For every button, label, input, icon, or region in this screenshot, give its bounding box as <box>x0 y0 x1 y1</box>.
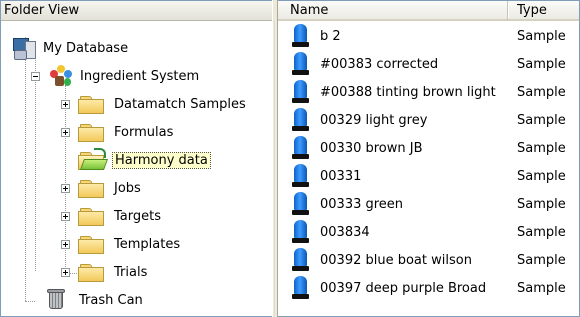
collapse-toggle-icon[interactable] <box>31 71 40 81</box>
folder-icon <box>78 206 106 226</box>
tree-item-datamatch-samples[interactable]: Datamatch Samples <box>61 92 248 116</box>
list-item[interactable]: 00330 brown JB Sample <box>278 134 579 162</box>
list-item[interactable]: 00392 blue boat wilson Sample <box>278 246 579 274</box>
tree-item-jobs[interactable]: Jobs <box>61 176 143 200</box>
list-item-type: Sample <box>517 252 566 268</box>
list-item[interactable]: 00331 Sample <box>278 162 579 190</box>
sample-bottle-icon <box>291 192 311 216</box>
folder-icon <box>78 94 106 114</box>
list-item-name: 00392 blue boat wilson <box>320 252 472 268</box>
expand-toggle-icon[interactable] <box>61 267 70 277</box>
list-item[interactable]: #00383 corrected Sample <box>278 50 579 78</box>
sample-bottle-icon <box>291 276 311 300</box>
open-folder-icon <box>78 148 109 170</box>
expand-toggle-icon[interactable] <box>61 183 70 193</box>
list-item-name: #00388 tinting brown light <box>320 84 496 100</box>
list-item[interactable]: 003834 Sample <box>278 218 579 246</box>
expand-toggle-icon[interactable] <box>61 127 70 137</box>
list-header: Name Type <box>278 1 579 21</box>
sample-bottle-icon <box>291 108 311 132</box>
list-item-name: 00329 light grey <box>320 112 428 128</box>
list-item-type: Sample <box>517 112 566 128</box>
expand-toggle-icon[interactable] <box>61 99 70 109</box>
column-header-type[interactable]: Type <box>509 1 579 21</box>
tree-line <box>25 37 27 301</box>
trash-can-icon <box>43 288 69 312</box>
list-item-name: b 2 <box>320 28 341 44</box>
tree-item-label: My Database <box>43 40 129 56</box>
tree-line <box>25 301 35 303</box>
list-item-name: 00331 <box>320 168 362 184</box>
list-item[interactable]: #00388 tinting brown light Sample <box>278 78 579 106</box>
list-item-type: Sample <box>517 280 566 296</box>
sample-bottle-icon <box>291 248 311 272</box>
list-item-name: 00397 deep purple Broad <box>320 280 487 296</box>
list-item-type: Sample <box>517 168 566 184</box>
list-item-name: 00333 green <box>320 196 404 212</box>
tree-item-label: Harmony data <box>112 151 211 169</box>
tree-line <box>35 57 37 271</box>
tree-item-my-database[interactable]: My Database <box>13 36 130 60</box>
tree-item-templates[interactable]: Templates <box>61 232 182 256</box>
sample-bottle-icon <box>291 164 311 188</box>
list-item-name: #00383 corrected <box>320 56 439 72</box>
sample-bottle-icon <box>291 220 311 244</box>
expand-toggle-icon[interactable] <box>61 239 70 249</box>
list-item[interactable]: 00397 deep purple Broad Sample <box>278 274 579 302</box>
tree-item-targets[interactable]: Targets <box>61 204 163 228</box>
database-computer-icon <box>13 37 37 60</box>
folder-icon <box>78 234 106 254</box>
sample-bottle-icon <box>291 80 311 104</box>
tree-item-formulas[interactable]: Formulas <box>61 120 175 144</box>
tree-item-trash-can[interactable]: Trash Can <box>43 288 145 312</box>
tree-item-ingredient-system[interactable]: Ingredient System <box>31 64 201 88</box>
list-item-type: Sample <box>517 140 566 156</box>
tree-item-label: Templates <box>114 236 181 252</box>
expand-toggle-icon[interactable] <box>61 211 70 221</box>
folder-icon <box>78 122 106 142</box>
tree-item-label: Trials <box>114 264 148 280</box>
ingredient-system-icon <box>48 64 74 88</box>
folder-icon <box>78 178 106 198</box>
folder-view-header: Folder View <box>1 1 272 21</box>
tree-item-label: Formulas <box>114 124 174 140</box>
list-item-type: Sample <box>517 84 566 100</box>
list-item[interactable]: b 2 Sample <box>278 22 579 50</box>
list-item-type: Sample <box>517 28 566 44</box>
folder-view-pane: Folder View My Database Ingredient Syste… <box>1 1 272 316</box>
tree-item-harmony-data[interactable]: Harmony data <box>78 148 211 172</box>
list-item-name: 003834 <box>320 224 370 240</box>
tree-item-label: Jobs <box>114 180 141 196</box>
list-item[interactable]: 00333 green Sample <box>278 190 579 218</box>
list-item-type: Sample <box>517 224 566 240</box>
file-list-pane: Name Type b 2 Sample #00383 corrected Sampl… <box>278 1 579 316</box>
tree-item-label: Ingredient System <box>80 68 200 84</box>
tree-item-label: Datamatch Samples <box>114 96 246 112</box>
tree-item-trials[interactable]: Trials <box>61 260 149 284</box>
sample-bottle-icon <box>291 136 311 160</box>
folder-icon <box>78 262 106 282</box>
sample-bottle-icon <box>291 52 311 76</box>
list-item-name: 00330 brown JB <box>320 140 423 156</box>
tree-item-label: Trash Can <box>79 292 143 308</box>
list-item[interactable]: 00329 light grey Sample <box>278 106 579 134</box>
list-item-type: Sample <box>517 56 566 72</box>
sample-bottle-icon <box>291 24 311 48</box>
column-header-name[interactable]: Name <box>278 1 509 21</box>
tree-item-label: Targets <box>114 208 161 224</box>
list-item-type: Sample <box>517 196 566 212</box>
